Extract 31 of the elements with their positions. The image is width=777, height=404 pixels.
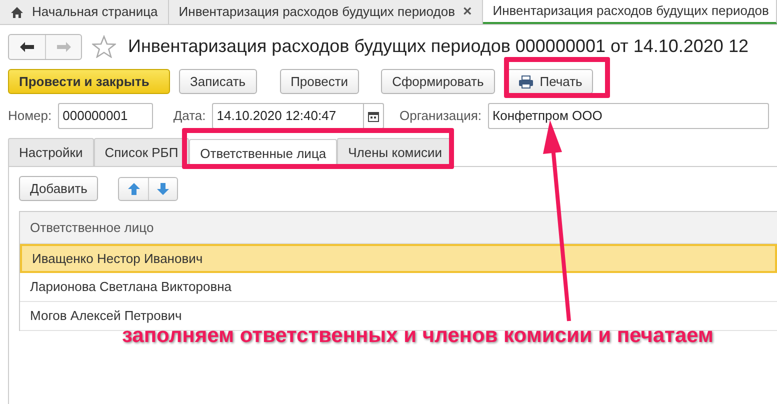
table-row[interactable]: Иващенко Нестор Иванович	[20, 244, 777, 273]
table-row[interactable]: Могов Алексей Петрович	[20, 302, 777, 331]
back-arrow-icon	[19, 40, 35, 52]
field-label: Дата:	[173, 107, 206, 126]
text-field[interactable]: Конфетпром ООО	[488, 103, 769, 129]
calendar-icon	[368, 110, 378, 122]
field-label: Организация:	[400, 107, 482, 126]
post-and-close-button[interactable]: Провести и закрыть	[8, 69, 170, 94]
down-arrow-icon	[156, 182, 170, 196]
document-title: Инвентаризация расходов будущих периодов 000000001 от 14.10.2020 12	[128, 35, 748, 58]
close-button[interactable]: ×	[462, 0, 472, 24]
home-icon	[10, 6, 24, 18]
form-tab[interactable]: Настройки	[8, 138, 94, 166]
command-button[interactable]: Провести	[280, 69, 360, 94]
text-field[interactable]: 000000001	[58, 103, 154, 129]
command-button[interactable]: Сформировать	[381, 69, 495, 94]
column-header: Ответственное лицо	[20, 212, 777, 244]
document-tab[interactable]: Инвентаризация расходов будущих периодов ×	[168, 0, 483, 24]
add-button[interactable]: Добавить	[19, 176, 98, 201]
field-label: Номер:	[8, 107, 52, 126]
table-row[interactable]: Ларионова Светлана Викторовна	[20, 273, 777, 302]
date-field[interactable]: 14.10.2020 12:40:47	[212, 103, 384, 129]
document-tab[interactable]: Инвентаризация расходов будущих периодов	[482, 0, 777, 24]
print-button[interactable]: Печать	[506, 69, 594, 94]
up-arrow-icon	[126, 182, 141, 196]
form-tab[interactable]: Список РБП	[94, 138, 190, 166]
printer-icon	[518, 74, 534, 88]
command-button[interactable]: Записать	[179, 69, 257, 94]
home-tab[interactable]: Начальная страница	[0, 0, 169, 24]
forward-arrow-icon	[56, 40, 72, 52]
star-icon[interactable]	[92, 35, 116, 58]
